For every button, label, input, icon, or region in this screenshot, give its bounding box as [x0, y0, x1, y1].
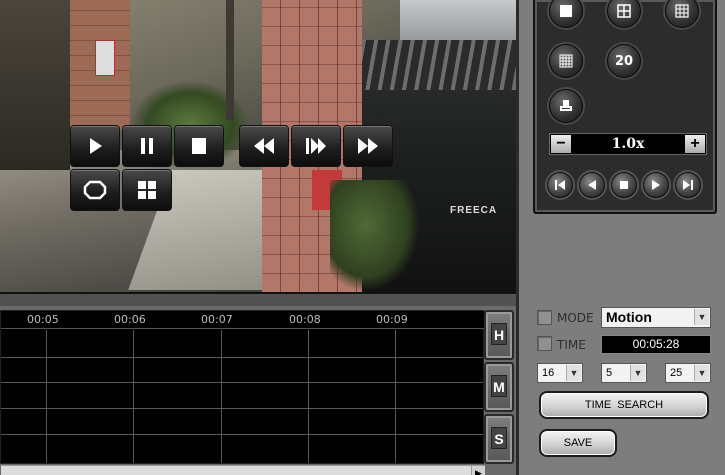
play-icon	[90, 138, 102, 154]
quad-view-icon	[617, 4, 631, 18]
hour-select-value: 16	[542, 367, 555, 379]
control-sidebar: 20 − 1.0x + MODE Motion ▼ TIME 00:05:28 …	[516, 0, 725, 475]
step-forward-button[interactable]	[291, 125, 341, 167]
timeline-tick: 00:05	[27, 313, 59, 326]
timeline-gridline	[133, 330, 134, 463]
single-view-icon	[560, 5, 572, 17]
timeline-row-divider	[1, 408, 483, 409]
timeline-gridline	[308, 330, 309, 463]
step-forward-icon	[652, 180, 660, 190]
zoom-hours-button[interactable]: H	[484, 310, 514, 360]
fullscreen-button[interactable]	[70, 169, 120, 211]
layout-control-box: 20 − 1.0x +	[533, 0, 717, 214]
timeline-row-divider	[1, 357, 483, 358]
mode-select-value: Motion	[606, 309, 652, 325]
time-checkbox[interactable]	[537, 336, 552, 351]
timeline-ruler: 00:05 00:06 00:07 00:08 00:09	[1, 311, 485, 329]
time-display: 00:05:28	[601, 335, 711, 354]
quad-grid-icon	[138, 181, 156, 199]
sixteen-view-button[interactable]	[549, 44, 583, 78]
next-button[interactable]	[675, 172, 701, 198]
small-stop-button[interactable]	[611, 172, 637, 198]
timeline-tick: 00:06	[114, 313, 146, 326]
mode-select[interactable]: Motion ▼	[601, 307, 711, 328]
video-sign	[95, 40, 115, 76]
stop-button[interactable]	[174, 125, 224, 167]
video-roof-rack	[362, 40, 516, 90]
mode-checkbox[interactable]	[537, 310, 552, 325]
save-button[interactable]: SAVE	[539, 429, 617, 457]
zoom-minutes-label: M	[491, 375, 507, 397]
step-back-icon	[588, 180, 596, 190]
chevron-down-icon: ▼	[566, 365, 581, 381]
scroll-right-icon[interactable]: ▶	[471, 466, 485, 475]
timeline-gridline	[395, 330, 396, 463]
timeline-gridline	[46, 330, 47, 463]
twenty-view-label: 20	[614, 53, 634, 69]
timeline-tick: 00:09	[376, 313, 408, 326]
playback-speed-control: − 1.0x +	[549, 133, 707, 155]
minute-select-value: 5	[606, 367, 613, 379]
quad-view-overlay-button[interactable]	[122, 169, 172, 211]
speed-increase-button[interactable]: +	[685, 135, 705, 153]
timeline-tick: 00:08	[289, 313, 321, 326]
video-plant-pot	[330, 180, 420, 292]
timeline-panel: 00:05 00:06 00:07 00:08 00:09 ▶ H M S	[0, 292, 516, 475]
pause-icon	[141, 138, 153, 154]
single-view-button[interactable]	[549, 0, 583, 28]
skip-back-icon	[555, 180, 565, 190]
sixteen-grid-icon	[559, 54, 573, 68]
timeline-row-divider	[1, 382, 483, 383]
zoom-seconds-button[interactable]: S	[484, 414, 514, 464]
print-icon	[560, 100, 572, 111]
timeline-scrollbar[interactable]: ▶	[1, 465, 485, 475]
chevron-down-icon: ▼	[694, 309, 709, 325]
fast-forward-button[interactable]	[343, 125, 393, 167]
zoom-hours-label: H	[491, 323, 507, 345]
rewind-icon	[254, 138, 274, 154]
video-shadow-area	[0, 0, 70, 170]
quad-view-button[interactable]	[607, 0, 641, 28]
minute-select[interactable]: 5 ▼	[601, 363, 647, 383]
small-step-forward-button[interactable]	[643, 172, 669, 198]
speed-decrease-button[interactable]: −	[551, 135, 571, 153]
mode-label: MODE	[557, 311, 594, 325]
timeline-grid[interactable]: 00:05 00:06 00:07 00:08 00:09 ▶	[0, 310, 485, 475]
fullscreen-icon	[83, 180, 107, 200]
chevron-down-icon: ▼	[630, 365, 645, 381]
dvr-playback-window: FREECA 00:05 00:06 00:07 00:08 00:09 ▶ H…	[0, 0, 725, 475]
second-select[interactable]: 25 ▼	[665, 363, 711, 383]
second-select-value: 25	[670, 367, 683, 379]
video-pole	[226, 0, 234, 120]
time-search-button[interactable]: TIME SEARCH	[539, 391, 709, 419]
nine-grid-icon	[675, 4, 689, 18]
zoom-minutes-button[interactable]: M	[484, 362, 514, 412]
speed-value: 1.0x	[611, 136, 645, 152]
timeline-row-divider	[1, 434, 483, 435]
hour-select[interactable]: 16 ▼	[537, 363, 583, 383]
timeline-header-bar	[0, 292, 516, 306]
fast-forward-icon	[358, 138, 378, 154]
rewind-button[interactable]	[239, 125, 289, 167]
timeline-tick: 00:07	[201, 313, 233, 326]
stop-icon	[620, 181, 628, 189]
previous-button[interactable]	[547, 172, 573, 198]
stop-icon	[192, 138, 206, 154]
video-viewport[interactable]: FREECA	[0, 0, 516, 292]
chevron-down-icon: ▼	[694, 365, 709, 381]
nine-view-button[interactable]	[665, 0, 699, 28]
zoom-seconds-label: S	[491, 427, 507, 449]
time-label: TIME	[557, 338, 586, 352]
pause-button[interactable]	[122, 125, 172, 167]
skip-forward-icon	[683, 180, 693, 190]
car-label: FREECA	[450, 205, 498, 216]
print-button[interactable]	[549, 89, 583, 123]
step-back-button[interactable]	[579, 172, 605, 198]
timeline-gridline	[221, 330, 222, 463]
twenty-view-button[interactable]: 20	[607, 44, 641, 78]
play-button[interactable]	[70, 125, 120, 167]
step-forward-icon	[306, 138, 326, 154]
